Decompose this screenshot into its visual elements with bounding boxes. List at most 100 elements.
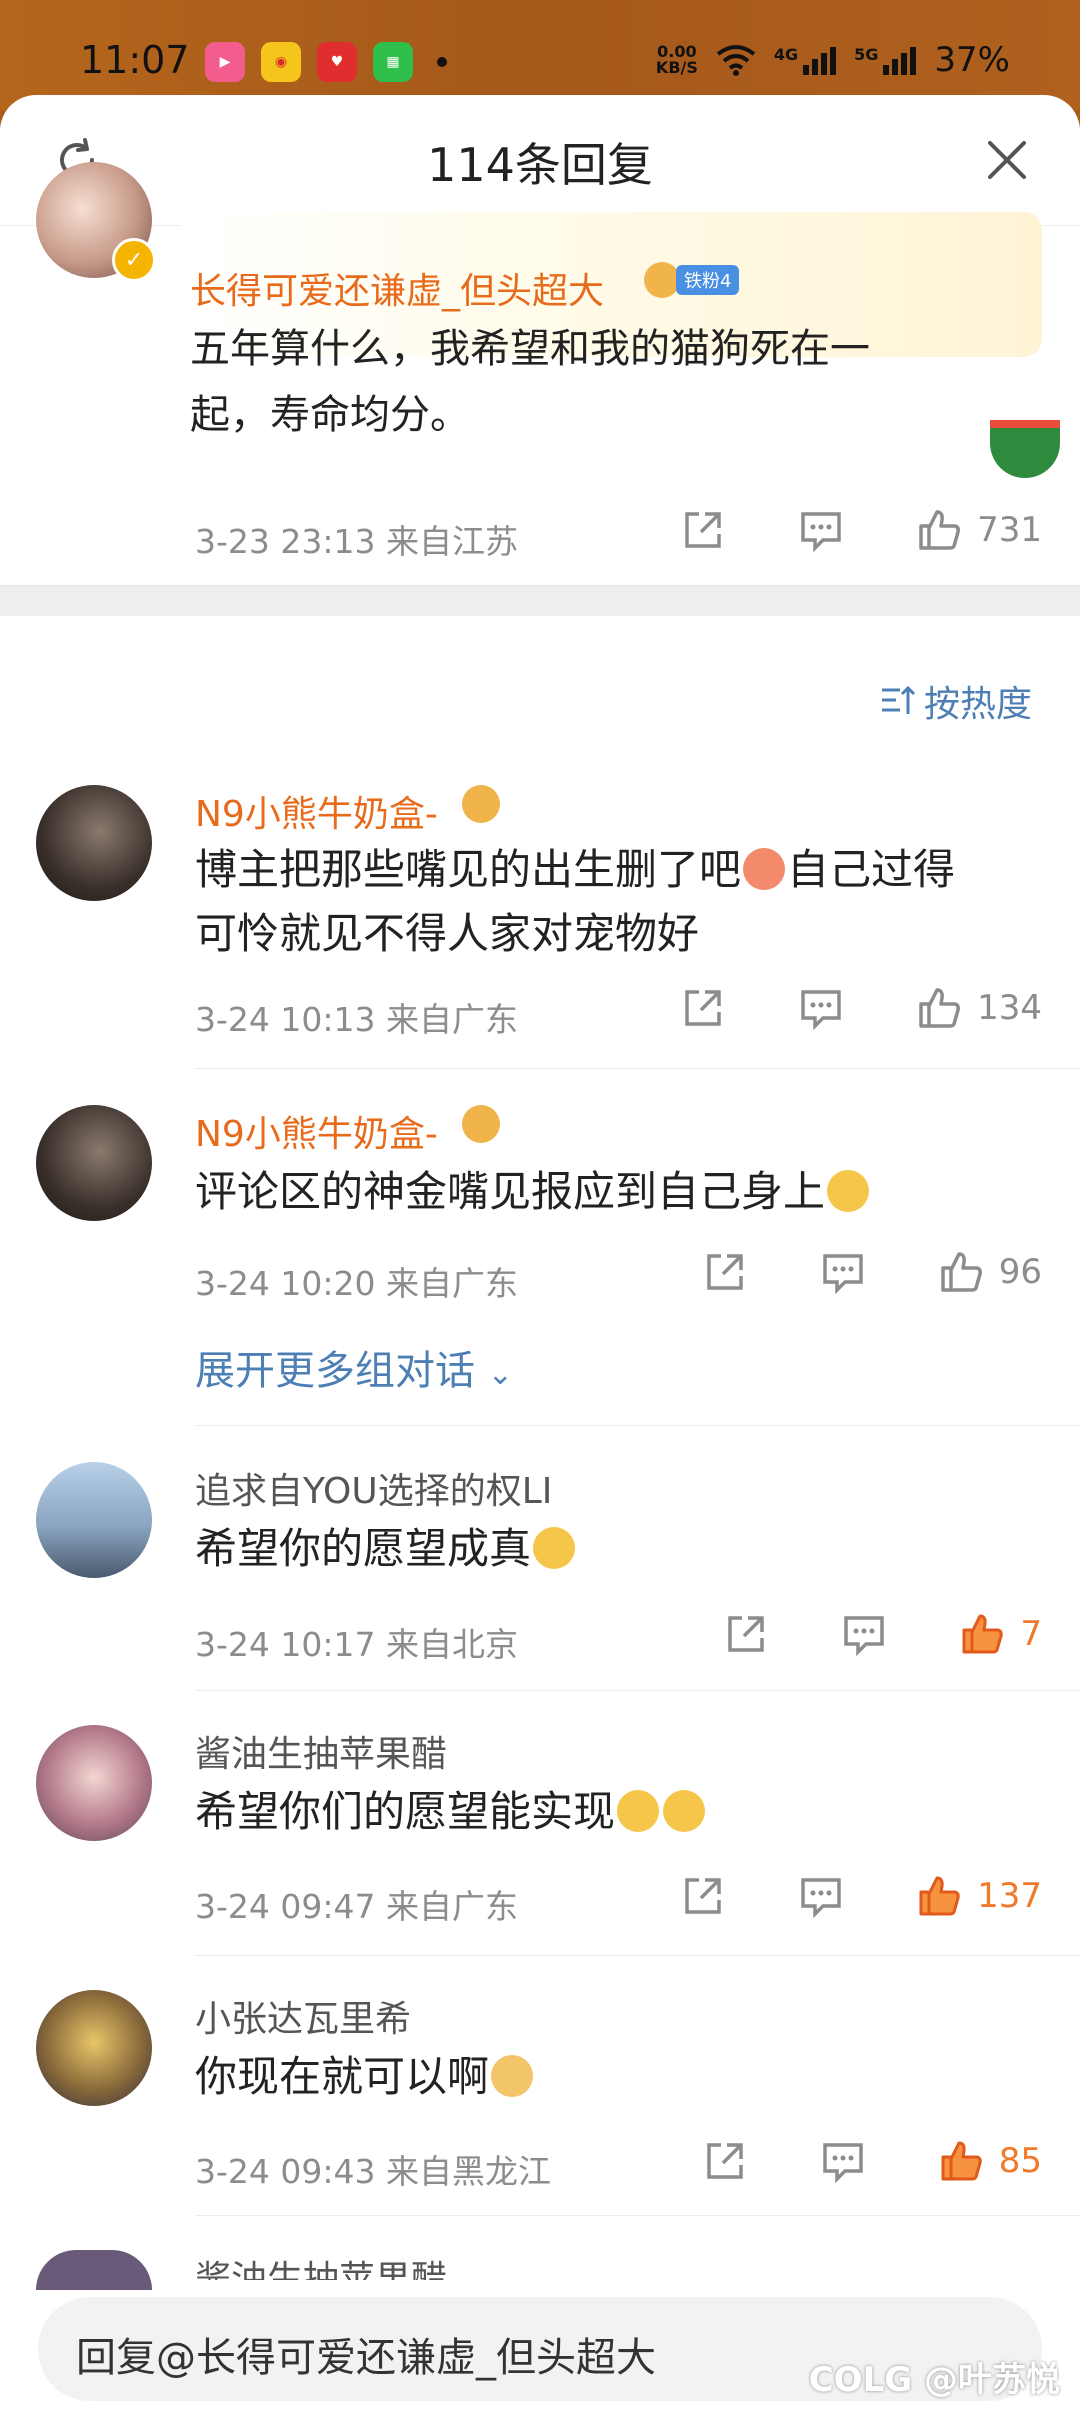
like-count: 7	[1020, 1614, 1042, 1654]
wifi-icon	[716, 45, 756, 76]
reply-username[interactable]: 小张达瓦里希	[195, 1990, 411, 2042]
chevron-down-icon: ⌄	[487, 1357, 513, 1392]
reply-meta: 3-24 10:20 来自广东	[195, 1264, 518, 1303]
thumbs-up-icon	[941, 2141, 982, 2181]
reply-text: 希望你们的愿望能实现	[195, 1780, 707, 1844]
share-icon	[706, 1254, 743, 1290]
comment-icon	[822, 1254, 863, 1295]
green-app-icon: ▦	[373, 42, 413, 82]
like-button[interactable]: 85	[937, 2137, 1042, 2185]
comment-icon	[801, 990, 841, 1031]
share-button[interactable]	[701, 1248, 749, 1296]
like-count: 731	[977, 510, 1042, 550]
notification-icons: ▶ ◉ ♥ ▦	[205, 42, 447, 82]
share-icon	[728, 1616, 765, 1652]
reply-actions: 96	[701, 1248, 1042, 1296]
sort-icon	[881, 685, 916, 714]
divider	[195, 2215, 1080, 2216]
like-button[interactable]: 134	[915, 984, 1042, 1032]
thumbs-up-icon	[919, 988, 961, 1028]
comment-button[interactable]	[797, 1872, 845, 1920]
avatar[interactable]	[36, 1725, 152, 1841]
reply-text-part: 希望你的愿望成真	[195, 1524, 532, 1573]
root-comment-line2: 起，寿命均分。	[190, 392, 470, 438]
share-button[interactable]	[679, 1872, 727, 1920]
reply-text-part: 希望你们的愿望能实现	[195, 1787, 616, 1836]
comment-icon	[801, 1878, 841, 1919]
fan-badge-label: 铁粉4	[676, 265, 740, 295]
fan-badge: 铁粉4	[644, 262, 740, 298]
reply-username[interactable]: 酱油生抽苹果醋	[195, 2250, 447, 2280]
crying-laugh-emoji-icon	[533, 1527, 576, 1569]
avatar[interactable]	[36, 2250, 152, 2290]
share-button[interactable]	[722, 1610, 770, 1658]
share-button[interactable]	[679, 506, 727, 554]
avatar[interactable]	[36, 785, 152, 901]
like-button[interactable]: 96	[937, 1248, 1042, 1296]
reply-input-placeholder: 回复@长得可爱还谦虚_但头超大	[76, 2335, 656, 2381]
battery-level: 37%	[934, 40, 1010, 80]
more-notifications-dot	[437, 57, 447, 67]
like-count: 85	[998, 2141, 1042, 2181]
net-speed: 0.00 KB/S	[656, 44, 698, 76]
sort-button[interactable]: 按热度	[880, 675, 1032, 727]
share-icon	[685, 990, 721, 1026]
comment-icon	[844, 1616, 885, 1657]
reply-username[interactable]: N9小熊牛奶盒-	[195, 1105, 438, 1157]
net-speed-unit: KB/S	[655, 58, 698, 77]
network-5g-label: 5G	[854, 45, 879, 64]
thumbs-up-icon	[919, 510, 961, 550]
reply-text-part: 评论区的神金嘴见报应到自己身上	[195, 1167, 826, 1216]
reply-meta: 3-24 09:43 来自黑龙江	[195, 2152, 551, 2191]
root-comment-line1: 五年算什么，我希望和我的猫狗死在一	[190, 326, 870, 372]
heart-app-icon: ♥	[317, 42, 357, 82]
watermark: COLG @叶苏悦	[808, 2360, 1060, 2400]
avatar[interactable]	[36, 1990, 152, 2106]
bilibili-icon: ▶	[205, 42, 245, 82]
page-title: 114条回复	[427, 138, 653, 192]
reply-text: 你现在就可以啊	[195, 2045, 535, 2109]
crown-icon	[644, 262, 680, 298]
share-icon	[685, 512, 721, 548]
reply-text: 博主把那些嘴见的出生删了吧 自己过得	[195, 838, 955, 902]
divider	[195, 1690, 1080, 1691]
comment-button[interactable]	[797, 506, 845, 554]
reply-username[interactable]: 酱油生抽苹果醋	[195, 1725, 447, 1777]
signal-4g-icon: 4G	[774, 45, 837, 75]
reply-text-part: 博主把那些嘴见的出生删了吧	[195, 845, 742, 894]
crown-icon	[462, 785, 500, 823]
thumbs-up-icon	[940, 1252, 982, 1292]
avatar[interactable]	[36, 1105, 152, 1221]
comment-button[interactable]	[797, 984, 845, 1032]
close-icon[interactable]	[984, 137, 1030, 183]
reply-username[interactable]: 追求自YOU选择的权LI	[195, 1462, 552, 1514]
comment-button[interactable]	[819, 2137, 867, 2185]
reply-text-part: 自己过得	[787, 845, 956, 894]
reply-text-line2: 可怜就见不得人家对宠物好	[195, 909, 700, 958]
divider	[195, 1425, 1080, 1426]
like-button[interactable]: 731	[915, 506, 1042, 554]
reply-text: 评论区的神金嘴见报应到自己身上	[195, 1160, 871, 1224]
divider	[195, 1068, 1080, 1069]
root-comment-text: 五年算什么，我希望和我的猫狗死在一 起，寿命均分。	[190, 316, 1010, 448]
share-icon	[685, 1878, 721, 1914]
like-button[interactable]: 137	[915, 1872, 1042, 1920]
comment-icon	[822, 2143, 863, 2184]
signal-5g-icon: 5G	[854, 45, 917, 75]
avatar[interactable]	[36, 1462, 152, 1578]
expand-more-link[interactable]: 展开更多组对话 ⌄	[195, 1338, 513, 1396]
grin-emoji-icon	[827, 1170, 870, 1212]
weibo-icon: ◉	[261, 42, 301, 82]
comment-button[interactable]	[840, 1610, 888, 1658]
reply-username[interactable]: N9小熊牛奶盒-	[195, 785, 438, 837]
root-username[interactable]: 长得可爱还谦虚_但头超大	[190, 262, 604, 314]
share-button[interactable]	[701, 2137, 749, 2185]
system-icons: 0.00 KB/S 4G 5G 37%	[656, 40, 1010, 80]
like-count: 134	[977, 988, 1042, 1028]
thumbs-up-icon	[919, 1876, 960, 1916]
reply-actions: 7	[722, 1610, 1042, 1658]
comment-button[interactable]	[819, 1248, 867, 1296]
share-button[interactable]	[679, 984, 727, 1032]
like-button[interactable]: 7	[958, 1610, 1042, 1658]
reply-actions: 85	[701, 2137, 1042, 2185]
